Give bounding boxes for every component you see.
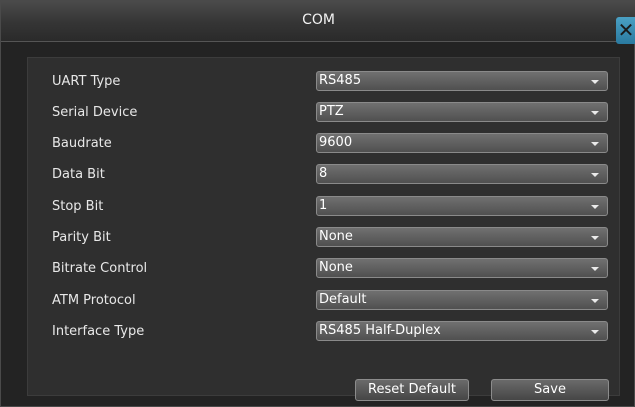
stop-bit-label: Stop Bit — [52, 199, 104, 214]
chevron-down-icon — [591, 267, 599, 271]
chevron-down-icon — [591, 236, 599, 240]
uart-type-value: RS485 — [319, 73, 362, 88]
reset-default-button[interactable]: Reset Default — [355, 379, 469, 401]
chevron-down-icon — [591, 173, 599, 177]
row-parity-bit: Parity Bit None — [28, 227, 619, 249]
dialog-title: COM — [302, 12, 335, 28]
close-button[interactable]: ✕ — [616, 17, 635, 44]
row-uart-type: UART Type RS485 — [28, 71, 619, 93]
close-icon: ✕ — [617, 18, 635, 42]
baudrate-label: Baudrate — [52, 136, 112, 151]
data-bit-select[interactable]: 8 — [316, 164, 608, 184]
baudrate-value: 9600 — [319, 135, 353, 150]
com-dialog: COM ✕ UART Type RS485 Serial Device PTZ … — [0, 0, 635, 407]
chevron-down-icon — [591, 299, 599, 303]
row-serial-device: Serial Device PTZ — [28, 102, 619, 124]
atm-protocol-label: ATM Protocol — [52, 293, 136, 308]
chevron-down-icon — [591, 205, 599, 209]
row-stop-bit: Stop Bit 1 — [28, 196, 619, 218]
parity-bit-value: None — [319, 229, 353, 244]
bitrate-control-label: Bitrate Control — [52, 261, 148, 276]
baudrate-select[interactable]: 9600 — [316, 133, 608, 153]
settings-panel: UART Type RS485 Serial Device PTZ Baudra… — [27, 57, 620, 401]
data-bit-label: Data Bit — [52, 167, 105, 182]
chevron-down-icon — [591, 142, 599, 146]
interface-type-value: RS485 Half-Duplex — [319, 323, 441, 338]
chevron-down-icon — [591, 330, 599, 334]
row-bitrate-control: Bitrate Control None — [28, 258, 619, 280]
uart-type-select[interactable]: RS485 — [316, 71, 608, 91]
atm-protocol-value: Default — [319, 292, 367, 307]
save-button[interactable]: Save — [491, 379, 609, 401]
parity-bit-select[interactable]: None — [316, 227, 608, 247]
interface-type-select[interactable]: RS485 Half-Duplex — [316, 321, 608, 341]
chevron-down-icon — [591, 111, 599, 115]
row-interface-type: Interface Type RS485 Half-Duplex — [28, 321, 619, 343]
row-baudrate: Baudrate 9600 — [28, 133, 619, 155]
serial-device-select[interactable]: PTZ — [316, 102, 608, 122]
bitrate-control-value: None — [319, 260, 353, 275]
title-bar[interactable]: COM ✕ — [1, 1, 635, 44]
stop-bit-select[interactable]: 1 — [316, 196, 608, 216]
row-atm-protocol: ATM Protocol Default — [28, 290, 619, 312]
atm-protocol-select[interactable]: Default — [316, 290, 608, 310]
uart-type-label: UART Type — [52, 74, 121, 89]
serial-device-value: PTZ — [319, 104, 344, 119]
parity-bit-label: Parity Bit — [52, 230, 111, 245]
chevron-down-icon — [591, 80, 599, 84]
bitrate-control-select[interactable]: None — [316, 258, 608, 278]
row-data-bit: Data Bit 8 — [28, 164, 619, 186]
stop-bit-value: 1 — [319, 198, 328, 213]
data-bit-value: 8 — [319, 166, 328, 181]
interface-type-label: Interface Type — [52, 324, 145, 339]
serial-device-label: Serial Device — [52, 105, 138, 120]
